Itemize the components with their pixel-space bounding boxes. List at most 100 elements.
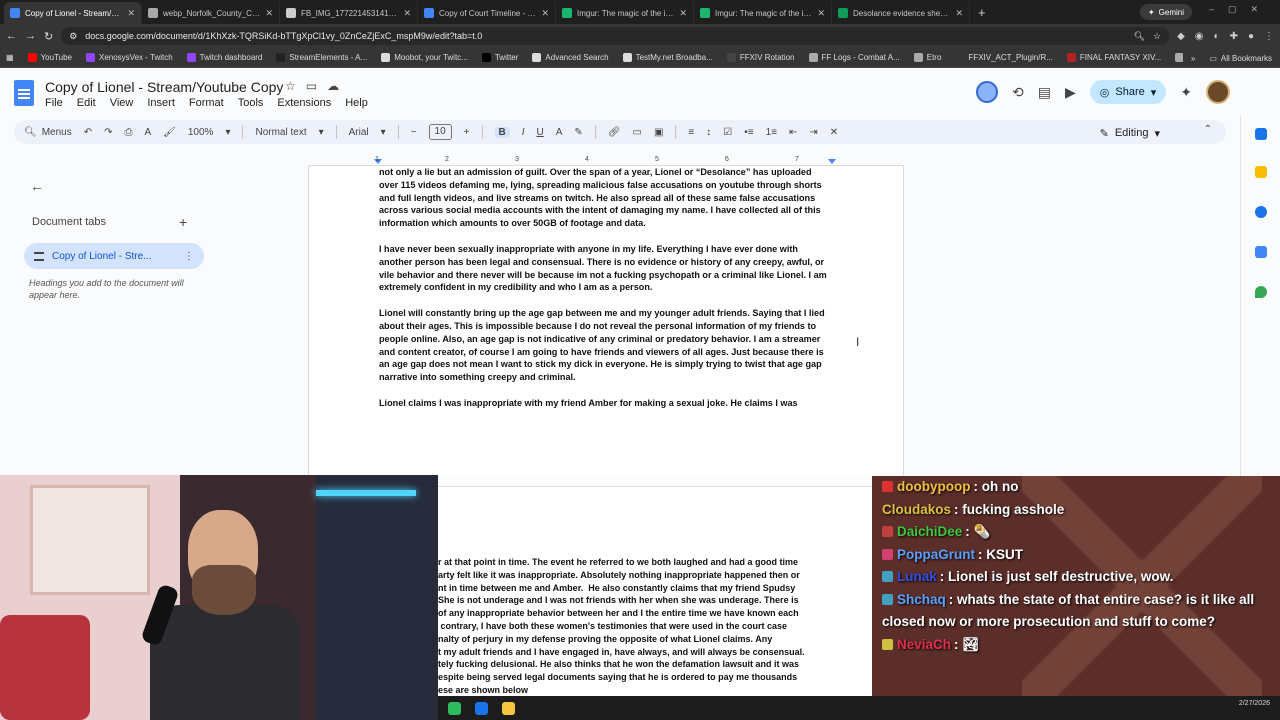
- browser-tab[interactable]: Desolance evidence sheet - Go ✕: [832, 2, 970, 24]
- document-paragraph[interactable]: I have never been sexually inappropriate…: [379, 243, 833, 294]
- undo-icon[interactable]: ↶: [84, 127, 92, 138]
- document-tab-item[interactable]: Copy of Lionel - Stre... ⋮: [24, 243, 204, 269]
- font-size-input[interactable]: 10: [428, 124, 452, 140]
- menus-search[interactable]: 🔍︎ Menus: [24, 127, 72, 138]
- editing-mode-button[interactable]: ✎ Editing ▾: [1092, 124, 1168, 142]
- close-icon[interactable]: ✕: [265, 8, 273, 19]
- chevron-down-icon[interactable]: ▾: [381, 127, 386, 138]
- app-icon[interactable]: [475, 701, 488, 715]
- browser-tab[interactable]: Copy of Lionel - Stream/Youtube✕: [4, 2, 142, 24]
- collaborator-avatar[interactable]: [976, 81, 999, 103]
- increase-indent-icon[interactable]: ⇥: [809, 127, 817, 138]
- url-text[interactable]: docs.google.com/document/d/1KhXzk-TQRSiK…: [85, 31, 1125, 41]
- zoom-icon[interactable]: 🔍︎: [1134, 31, 1145, 42]
- menu-view[interactable]: View: [110, 97, 134, 109]
- folder-icon[interactable]: [502, 701, 515, 715]
- maps-icon[interactable]: [1255, 286, 1267, 298]
- ruler[interactable]: 1 2 3 4 5 6 7: [308, 156, 904, 166]
- extension-icon[interactable]: ◉: [1195, 31, 1204, 42]
- close-icon[interactable]: ✕: [679, 8, 687, 19]
- all-bookmarks-button[interactable]: » ▭ All Bookmarks: [1182, 48, 1272, 67]
- paint-format-icon[interactable]: 🖌︎: [163, 127, 176, 138]
- chat-username[interactable]: PoppaGrunt: [897, 547, 975, 562]
- bookmark-item[interactable]: StreamElements - A...: [276, 53, 367, 62]
- document-paragraph[interactable]: not only a lie but an admission of guilt…: [379, 166, 833, 230]
- bookmark-item[interactable]: YouTube: [27, 53, 72, 62]
- bold-button[interactable]: B: [494, 126, 510, 138]
- print-icon[interactable]: ⎙: [125, 127, 133, 138]
- reload-icon[interactable]: ↻: [44, 30, 53, 43]
- bookmark-item[interactable]: TestMy.net Broadba...: [622, 53, 713, 62]
- document-page[interactable]: not only a lie but an admission of guilt…: [308, 166, 904, 476]
- app-icon[interactable]: [448, 701, 461, 715]
- close-icon[interactable]: ✕: [541, 8, 549, 19]
- italic-button[interactable]: I: [522, 127, 525, 138]
- comments-icon[interactable]: ▤: [1038, 84, 1051, 101]
- browser-tab[interactable]: Imgur: The magic of the intern ✕: [556, 2, 694, 24]
- gemini-icon[interactable]: ✦: [1180, 84, 1192, 101]
- tasks-icon[interactable]: [1255, 206, 1267, 218]
- chat-username[interactable]: Lunak: [897, 569, 937, 584]
- history-icon[interactable]: ⟲: [1012, 84, 1024, 101]
- browser-tab[interactable]: Imgur: The magic of the intern ✕: [694, 2, 832, 24]
- star-icon[interactable]: ☆: [285, 79, 296, 93]
- decrease-font-icon[interactable]: −: [411, 127, 417, 138]
- bookmark-item[interactable]: Moobot, your Twitc...: [381, 53, 468, 62]
- insert-image-icon[interactable]: ▣: [654, 127, 663, 138]
- site-info-icon[interactable]: ⚙: [69, 31, 77, 42]
- menu-file[interactable]: File: [45, 97, 63, 109]
- bookmark-item[interactable]: FF Logs - Combat A...: [808, 53, 900, 62]
- chevron-down-icon[interactable]: ▾: [319, 127, 324, 138]
- new-tab-button[interactable]: +: [970, 2, 994, 24]
- bookmark-item[interactable]: FFXIV_ACT_Plugin/R...: [955, 53, 1053, 62]
- menu-kebab-icon[interactable]: ⋮: [1264, 31, 1274, 42]
- more-options-icon[interactable]: ⋮: [184, 251, 194, 262]
- apps-grid-icon[interactable]: ▦: [6, 53, 14, 62]
- extension-icon[interactable]: ◐: [1214, 31, 1220, 42]
- chevron-up-icon[interactable]: ⌃: [1204, 124, 1212, 135]
- right-indent-marker[interactable]: [828, 159, 836, 164]
- menu-tools[interactable]: Tools: [238, 97, 264, 109]
- browser-tab[interactable]: webp_Norfolk_County_Correcti✕: [142, 2, 280, 24]
- bookmark-item[interactable]: XenosysVex - Twitch: [86, 53, 173, 62]
- numbered-list-icon[interactable]: 1≡: [766, 127, 777, 138]
- chat-username[interactable]: DaichiDee: [897, 524, 962, 539]
- close-icon[interactable]: ✕: [403, 8, 411, 19]
- browser-tab[interactable]: FB_IMG_1772214531415.jpg (8✕: [280, 2, 418, 24]
- puzzle-icon[interactable]: ✚: [1230, 31, 1238, 42]
- window-controls[interactable]: –▢✕: [1209, 4, 1272, 15]
- system-tray[interactable]: 2/27/2026: [1239, 700, 1270, 708]
- bookmark-item[interactable]: Advanced Search: [532, 53, 609, 62]
- bookmark-item[interactable]: FINAL FANTASY XIV...: [1066, 53, 1161, 62]
- browser-tab[interactable]: Copy of Court Timeline - Goog ✕: [418, 2, 556, 24]
- close-icon[interactable]: ✕: [817, 8, 825, 19]
- menu-help[interactable]: Help: [345, 97, 368, 109]
- back-icon[interactable]: ←: [6, 30, 17, 42]
- decrease-indent-icon[interactable]: ⇤: [789, 127, 797, 138]
- increase-font-icon[interactable]: +: [464, 127, 470, 138]
- zoom-select[interactable]: 100%: [188, 127, 214, 138]
- share-button[interactable]: ◎ Share ▾: [1089, 80, 1167, 104]
- bookmark-item[interactable]: Twitch dashboard: [186, 53, 262, 62]
- highlight-icon[interactable]: ✎: [574, 127, 582, 138]
- account-avatar[interactable]: [1206, 80, 1230, 104]
- line-spacing-icon[interactable]: ↕: [706, 127, 711, 138]
- text-color-icon[interactable]: A: [556, 127, 563, 138]
- calendar-icon[interactable]: [1255, 128, 1267, 140]
- chat-username[interactable]: Cloudakos: [882, 502, 951, 517]
- back-arrow-icon[interactable]: ←: [30, 178, 44, 194]
- bookmark-item[interactable]: FFXIV Rotation: [726, 53, 795, 62]
- forward-icon[interactable]: →: [25, 30, 36, 42]
- docs-logo-icon[interactable]: [14, 80, 34, 106]
- document-paragraph[interactable]: Lionel will constantly bring up the age …: [379, 307, 833, 384]
- document-page-lower[interactable]: r at that point in time. The event he re…: [438, 480, 872, 700]
- document-title[interactable]: Copy of Lionel - Stream/Youtube Copy: [45, 79, 283, 95]
- profile-icon[interactable]: ●: [1248, 31, 1254, 42]
- cloud-status-icon[interactable]: ☁: [327, 79, 339, 93]
- menu-edit[interactable]: Edit: [77, 97, 96, 109]
- bookmark-star-icon[interactable]: ☆: [1153, 31, 1161, 42]
- close-icon[interactable]: ✕: [127, 8, 135, 19]
- bookmark-item[interactable]: Twitter: [481, 53, 518, 62]
- gemini-button[interactable]: ✦ Gemini: [1139, 4, 1192, 20]
- keep-icon[interactable]: [1255, 166, 1267, 178]
